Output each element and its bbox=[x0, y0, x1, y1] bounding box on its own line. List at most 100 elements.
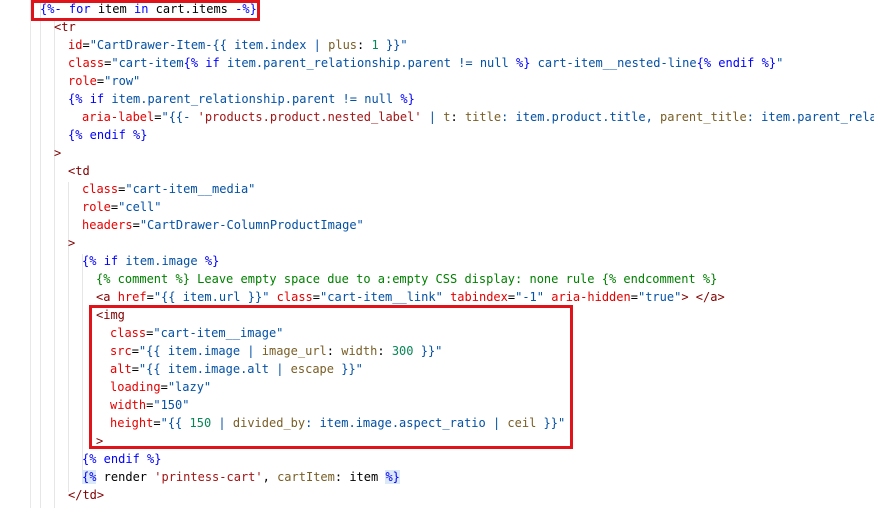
code-token: plus bbox=[328, 38, 358, 52]
code-line[interactable]: role="cell" bbox=[82, 198, 162, 216]
code-token: tabindex bbox=[450, 290, 508, 304]
code-line[interactable]: > bbox=[68, 234, 75, 252]
code-token: {% endif %} bbox=[82, 452, 162, 466]
code-editor[interactable]: {%- for item in cart.items -%} <tr id="Car… bbox=[0, 0, 874, 508]
code-token: "cart-item__link" bbox=[320, 290, 443, 304]
code-token: : bbox=[450, 110, 465, 124]
code-token: %} bbox=[204, 254, 220, 268]
code-token: = bbox=[82, 38, 90, 52]
code-token: "CartDrawer-Item-{{ bbox=[89, 38, 235, 52]
code-token: item.index bbox=[234, 38, 307, 52]
code-token: item.image bbox=[118, 254, 205, 268]
indent-guide bbox=[54, 20, 55, 508]
code-token: : item bbox=[334, 470, 386, 484]
code-token: role bbox=[82, 200, 111, 214]
code-token: if bbox=[103, 254, 119, 268]
code-token: "cart-item__media" bbox=[125, 182, 256, 196]
code-token: 1 bbox=[371, 38, 379, 52]
code-token: Leave empty space due to a:empty CSS dis… bbox=[189, 272, 602, 286]
code-line[interactable]: {% comment %} Leave empty space due to a… bbox=[96, 270, 717, 288]
code-token: aria-label bbox=[82, 110, 155, 124]
code-token: {% endif %} bbox=[68, 128, 148, 142]
code-token: <a bbox=[96, 290, 111, 304]
code-line[interactable]: {% endif %} bbox=[68, 126, 147, 144]
code-line[interactable]: {% if item.parent_relationship.parent !=… bbox=[68, 90, 415, 108]
code-token: cartItem bbox=[277, 470, 335, 484]
indent-guide bbox=[68, 182, 69, 492]
code-line[interactable]: <td bbox=[68, 162, 90, 180]
code-token: "{{ item.url }}" bbox=[153, 290, 270, 304]
code-token: {% bbox=[183, 56, 206, 70]
code-token: > bbox=[54, 146, 62, 160]
code-token: render bbox=[96, 470, 155, 484]
code-token: {% endif %} bbox=[696, 56, 777, 70]
code-line[interactable]: class="cart-item{% if item.parent_relati… bbox=[68, 54, 783, 72]
code-token: <tr bbox=[54, 20, 76, 34]
code-token: }}" bbox=[378, 38, 408, 52]
code-token: if bbox=[89, 92, 105, 106]
code-token: item.parent_relationship.parent != null bbox=[104, 92, 401, 106]
code-line[interactable]: {% if item.image %} bbox=[82, 252, 219, 270]
code-line[interactable]: aria-label="{{- 'products.product.nested… bbox=[82, 108, 874, 126]
code-token: t bbox=[443, 110, 451, 124]
code-token: : item.product.title, bbox=[501, 110, 661, 124]
code-token: title bbox=[464, 110, 502, 124]
code-token: "{{- bbox=[161, 110, 198, 124]
code-token: {% bbox=[68, 92, 90, 106]
code-token: %} bbox=[385, 470, 400, 484]
code-token: "true" bbox=[637, 290, 682, 304]
editor-gutter bbox=[0, 0, 31, 508]
indent-guide bbox=[40, 0, 41, 508]
code-token: cart-item__nested-line bbox=[530, 56, 697, 70]
code-token: : item.parent_rela bbox=[746, 110, 874, 124]
code-token: "cart-item bbox=[111, 56, 184, 70]
code-token: <td bbox=[68, 164, 90, 178]
code-token: class bbox=[68, 56, 105, 70]
code-token: " bbox=[776, 56, 784, 70]
code-token: 'printess-cart' bbox=[154, 470, 263, 484]
highlight-box-for-loop bbox=[31, 0, 260, 21]
code-token: href bbox=[117, 290, 147, 304]
indent-guide bbox=[82, 254, 83, 472]
code-token: headers bbox=[82, 218, 133, 232]
code-line[interactable]: </td> bbox=[68, 486, 104, 504]
code-token: = bbox=[312, 290, 321, 304]
code-token: {% comment %} bbox=[96, 272, 190, 286]
code-token: = bbox=[630, 290, 638, 304]
code-token: class bbox=[276, 290, 313, 304]
code-token: id bbox=[68, 38, 83, 52]
code-token: class bbox=[82, 182, 119, 196]
code-token: if bbox=[205, 56, 220, 70]
code-token: "CartDrawer-ColumnProductImage" bbox=[139, 218, 364, 232]
code-token: : bbox=[357, 38, 372, 52]
code-line[interactable]: {% render 'printess-cart', cartItem: ite… bbox=[82, 468, 400, 486]
code-token: = bbox=[146, 290, 154, 304]
code-token: parent_title bbox=[660, 110, 747, 124]
code-line[interactable]: headers="CartDrawer-ColumnProductImage" bbox=[82, 216, 364, 234]
code-token: {% bbox=[82, 254, 104, 268]
code-token: %} bbox=[515, 56, 531, 70]
code-token: {% bbox=[82, 470, 97, 484]
code-token: | bbox=[306, 38, 329, 52]
code-line[interactable]: > bbox=[54, 144, 61, 162]
code-token: "-1" bbox=[515, 290, 545, 304]
code-token: 'products.product.nested_label' bbox=[197, 110, 422, 124]
code-token: | bbox=[421, 110, 444, 124]
code-token: aria-hidden bbox=[551, 290, 631, 304]
code-line[interactable]: <a href="{{ item.url }}" class="cart-ite… bbox=[96, 288, 725, 306]
code-token: > </a> bbox=[681, 290, 725, 304]
code-token: role bbox=[68, 74, 97, 88]
code-line[interactable]: role="row" bbox=[68, 72, 140, 90]
code-line[interactable]: id="CartDrawer-Item-{{ item.index | plus… bbox=[68, 36, 408, 54]
highlight-box-img-tag bbox=[89, 305, 573, 449]
code-token: "cell" bbox=[118, 200, 162, 214]
code-token: = bbox=[132, 218, 140, 232]
code-token: {% endcomment %} bbox=[601, 272, 718, 286]
code-line[interactable]: class="cart-item__media" bbox=[82, 180, 255, 198]
code-token: > bbox=[68, 236, 76, 250]
code-line[interactable]: {% endif %} bbox=[82, 450, 161, 468]
code-token: item.parent_relationship.parent != null bbox=[219, 56, 516, 70]
